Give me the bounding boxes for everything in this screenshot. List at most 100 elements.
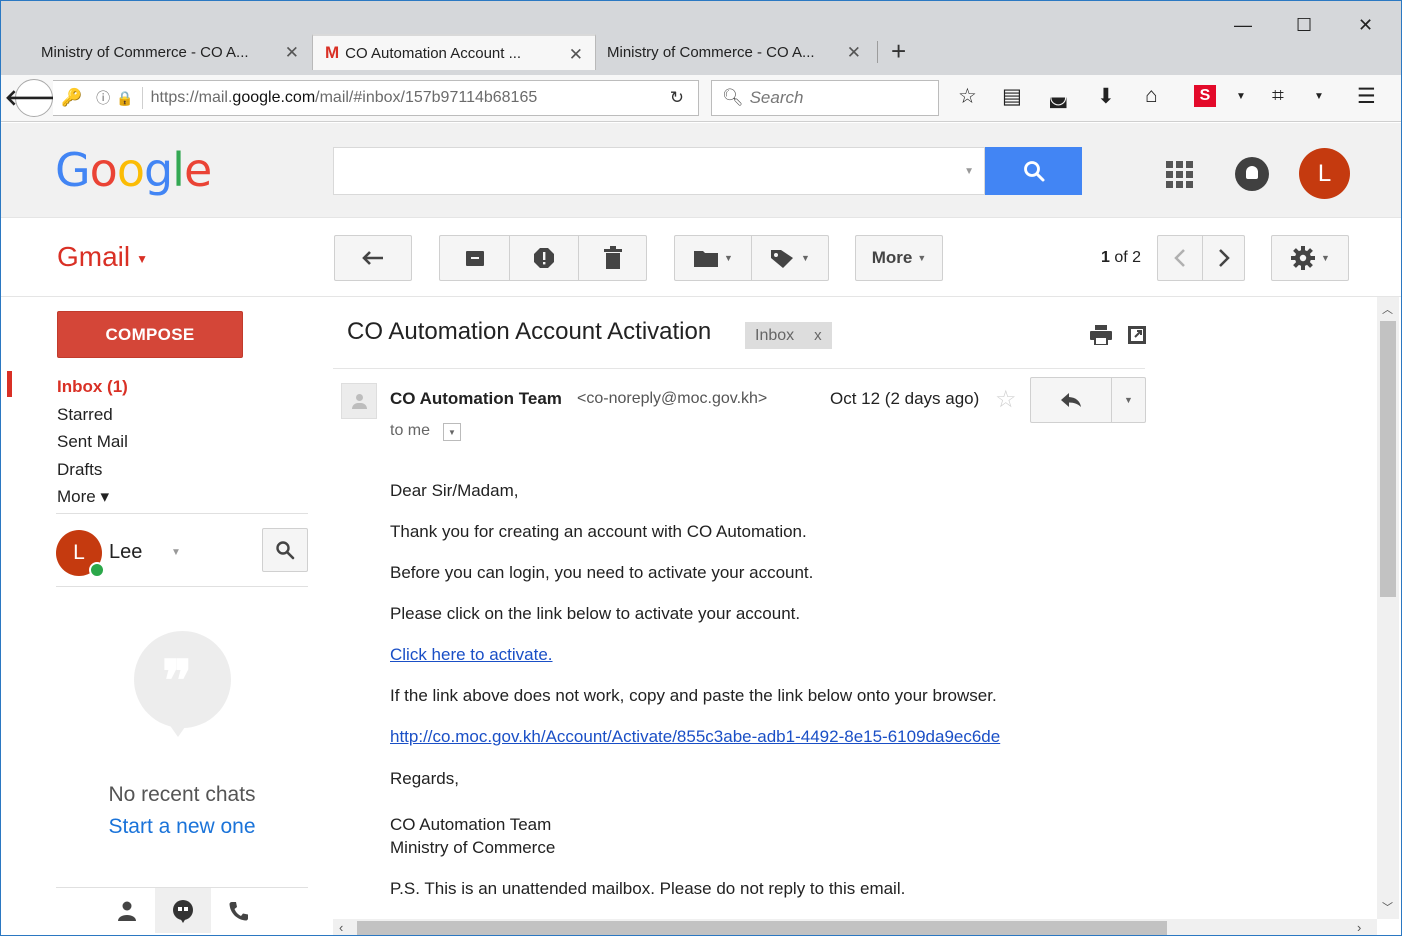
minimize-button[interactable]: —	[1234, 15, 1252, 36]
pocket-icon[interactable]: ◛	[1048, 84, 1068, 109]
google-logo[interactable]: Google	[55, 143, 212, 197]
archive-button[interactable]	[440, 236, 509, 280]
key-icon[interactable]: 🔑	[61, 88, 82, 108]
reply-icon	[1061, 393, 1081, 407]
move-to-button[interactable]: ▼	[675, 236, 751, 280]
info-icon[interactable]: ⓘ	[96, 88, 110, 108]
people-search-button[interactable]	[262, 528, 308, 572]
chevron-down-icon: ▼	[917, 253, 927, 263]
sidebar-item-drafts[interactable]: Drafts	[57, 460, 102, 480]
phone-icon	[229, 901, 248, 920]
tab-ministry-2[interactable]: Ministry of Commerce - CO A... ✕	[597, 34, 873, 70]
compose-button[interactable]: COMPOSE	[57, 311, 243, 358]
contacts-tab[interactable]	[99, 888, 155, 933]
tab-title: CO Automation Account ...	[345, 44, 522, 62]
folder-icon	[694, 251, 719, 267]
scroll-down-icon[interactable]: ﹀	[1382, 899, 1393, 915]
newer-button[interactable]	[1158, 236, 1202, 280]
body-signature: CO Automation Team	[390, 815, 552, 834]
hangouts-user-name[interactable]: Lee	[109, 541, 142, 564]
close-icon[interactable]: ✕	[569, 45, 583, 65]
maximize-button[interactable]: ☐	[1296, 15, 1312, 36]
scroll-left-icon[interactable]: ‹	[339, 920, 343, 935]
close-window-button[interactable]: ✕	[1358, 15, 1373, 36]
url-path: /mail/#inbox/157b97114b68165	[315, 89, 538, 106]
more-options-button[interactable]: ▼	[1111, 378, 1145, 422]
labels-button[interactable]: ▼	[752, 236, 828, 280]
start-new-chat-link[interactable]: Start a new one	[1, 815, 363, 839]
mail-search-input[interactable]: ▼	[333, 147, 985, 195]
home-icon[interactable]: ⌂	[1145, 84, 1158, 108]
gmail-menu[interactable]: Gmail ▼	[57, 241, 148, 273]
reply-button[interactable]	[1031, 378, 1111, 422]
more-actions-button[interactable]: More ▼	[855, 235, 943, 281]
chevron-right-icon	[1219, 249, 1230, 267]
conversations-tab[interactable]	[155, 888, 211, 933]
new-window-icon[interactable]	[1127, 325, 1147, 345]
tab-ministry-1[interactable]: Ministry of Commerce - CO A... ✕	[13, 34, 311, 70]
url-bar[interactable]: 🔑 ⓘ 🔒 https://mail.google.com/mail/#inbo…	[53, 80, 699, 116]
back-to-inbox-button[interactable]	[334, 235, 412, 281]
bookmark-star-icon[interactable]: ☆	[958, 84, 977, 109]
reading-list-icon[interactable]: ▤	[1002, 84, 1022, 109]
delete-button[interactable]	[579, 236, 647, 280]
download-icon[interactable]: ⬇	[1097, 84, 1115, 109]
sidebar-item-sent[interactable]: Sent Mail	[57, 432, 128, 452]
mail-search-button[interactable]	[985, 147, 1082, 195]
report-spam-button[interactable]	[510, 236, 578, 280]
hangouts-quote-icon	[173, 899, 193, 923]
show-details-button[interactable]: ▼	[443, 423, 461, 441]
new-tab-button[interactable]: +	[891, 36, 906, 67]
chevron-down-icon[interactable]: ▼	[1314, 91, 1324, 102]
scroll-up-icon[interactable]: ︿	[1382, 301, 1393, 317]
tab-title: Ministry of Commerce - CO A...	[607, 43, 815, 61]
scroll-right-icon[interactable]: ›	[1357, 920, 1361, 935]
url-text[interactable]: https://mail.google.com/mail/#inbox/157b…	[151, 89, 611, 107]
reload-icon[interactable]: ↻	[670, 88, 684, 108]
chevron-down-icon[interactable]: ▼	[171, 547, 181, 558]
search-icon	[276, 541, 295, 560]
message-subject: CO Automation Account Activation	[347, 318, 712, 345]
sender-name[interactable]: CO Automation Team	[390, 389, 562, 409]
crop-icon[interactable]: ⌗	[1272, 84, 1284, 108]
hangouts-icon: ❞	[134, 631, 231, 737]
gear-icon	[1291, 246, 1316, 270]
settings-button[interactable]: ▼	[1271, 235, 1349, 281]
activation-url-link[interactable]: http://co.moc.gov.kh/Account/Activate/85…	[390, 727, 1000, 747]
activate-link[interactable]: Click here to activate.	[390, 645, 553, 665]
reply-button-group: ▼	[1030, 377, 1146, 423]
chevron-down-icon[interactable]: ▼	[964, 166, 974, 177]
back-arrow-icon	[362, 251, 383, 265]
sidebar-item-more[interactable]: More ▾	[57, 487, 109, 507]
inbox-label-chip[interactable]: Inbox x	[745, 322, 832, 349]
phone-tab[interactable]	[211, 888, 267, 933]
gmail-icon: M	[325, 43, 340, 62]
print-icon[interactable]	[1089, 325, 1113, 345]
older-button[interactable]	[1203, 236, 1245, 280]
tab-bar: Ministry of Commerce - CO A... ✕ M CO Au…	[1, 1, 1401, 75]
sidebar-item-starred[interactable]: Starred	[57, 405, 113, 425]
chevron-down-icon: ▼	[1321, 253, 1330, 263]
horizontal-scrollbar[interactable]: ‹ ›	[333, 919, 1377, 935]
notifications-icon[interactable]	[1235, 157, 1269, 191]
body-regards: Regards,	[390, 769, 459, 788]
apps-grid-icon[interactable]	[1166, 161, 1193, 188]
extension-s-icon[interactable]: S	[1194, 85, 1216, 107]
tab-gmail[interactable]: M CO Automation Account ... ✕	[312, 34, 596, 70]
star-icon[interactable]: ☆	[995, 385, 1017, 414]
chevron-down-icon[interactable]: ▼	[1236, 91, 1246, 102]
menu-icon[interactable]: ☰	[1357, 84, 1376, 109]
scrollbar-thumb[interactable]	[357, 921, 1167, 935]
remove-label-icon[interactable]: x	[814, 327, 822, 344]
back-button[interactable]: 🡐	[5, 79, 64, 117]
vertical-scrollbar[interactable]: ︿ ﹀	[1377, 297, 1399, 919]
browser-search-input[interactable]: 🔍︎ Search	[711, 80, 939, 116]
close-icon[interactable]: ✕	[847, 43, 861, 63]
no-chats-text: No recent chats	[108, 783, 256, 806]
paging-current: 1	[1101, 249, 1110, 266]
chevron-down-icon: ▼	[724, 253, 733, 263]
account-avatar[interactable]: L	[1299, 148, 1350, 199]
close-icon[interactable]: ✕	[285, 43, 299, 63]
scrollbar-thumb[interactable]	[1380, 321, 1396, 597]
sidebar-item-inbox[interactable]: Inbox (1)	[57, 377, 128, 397]
